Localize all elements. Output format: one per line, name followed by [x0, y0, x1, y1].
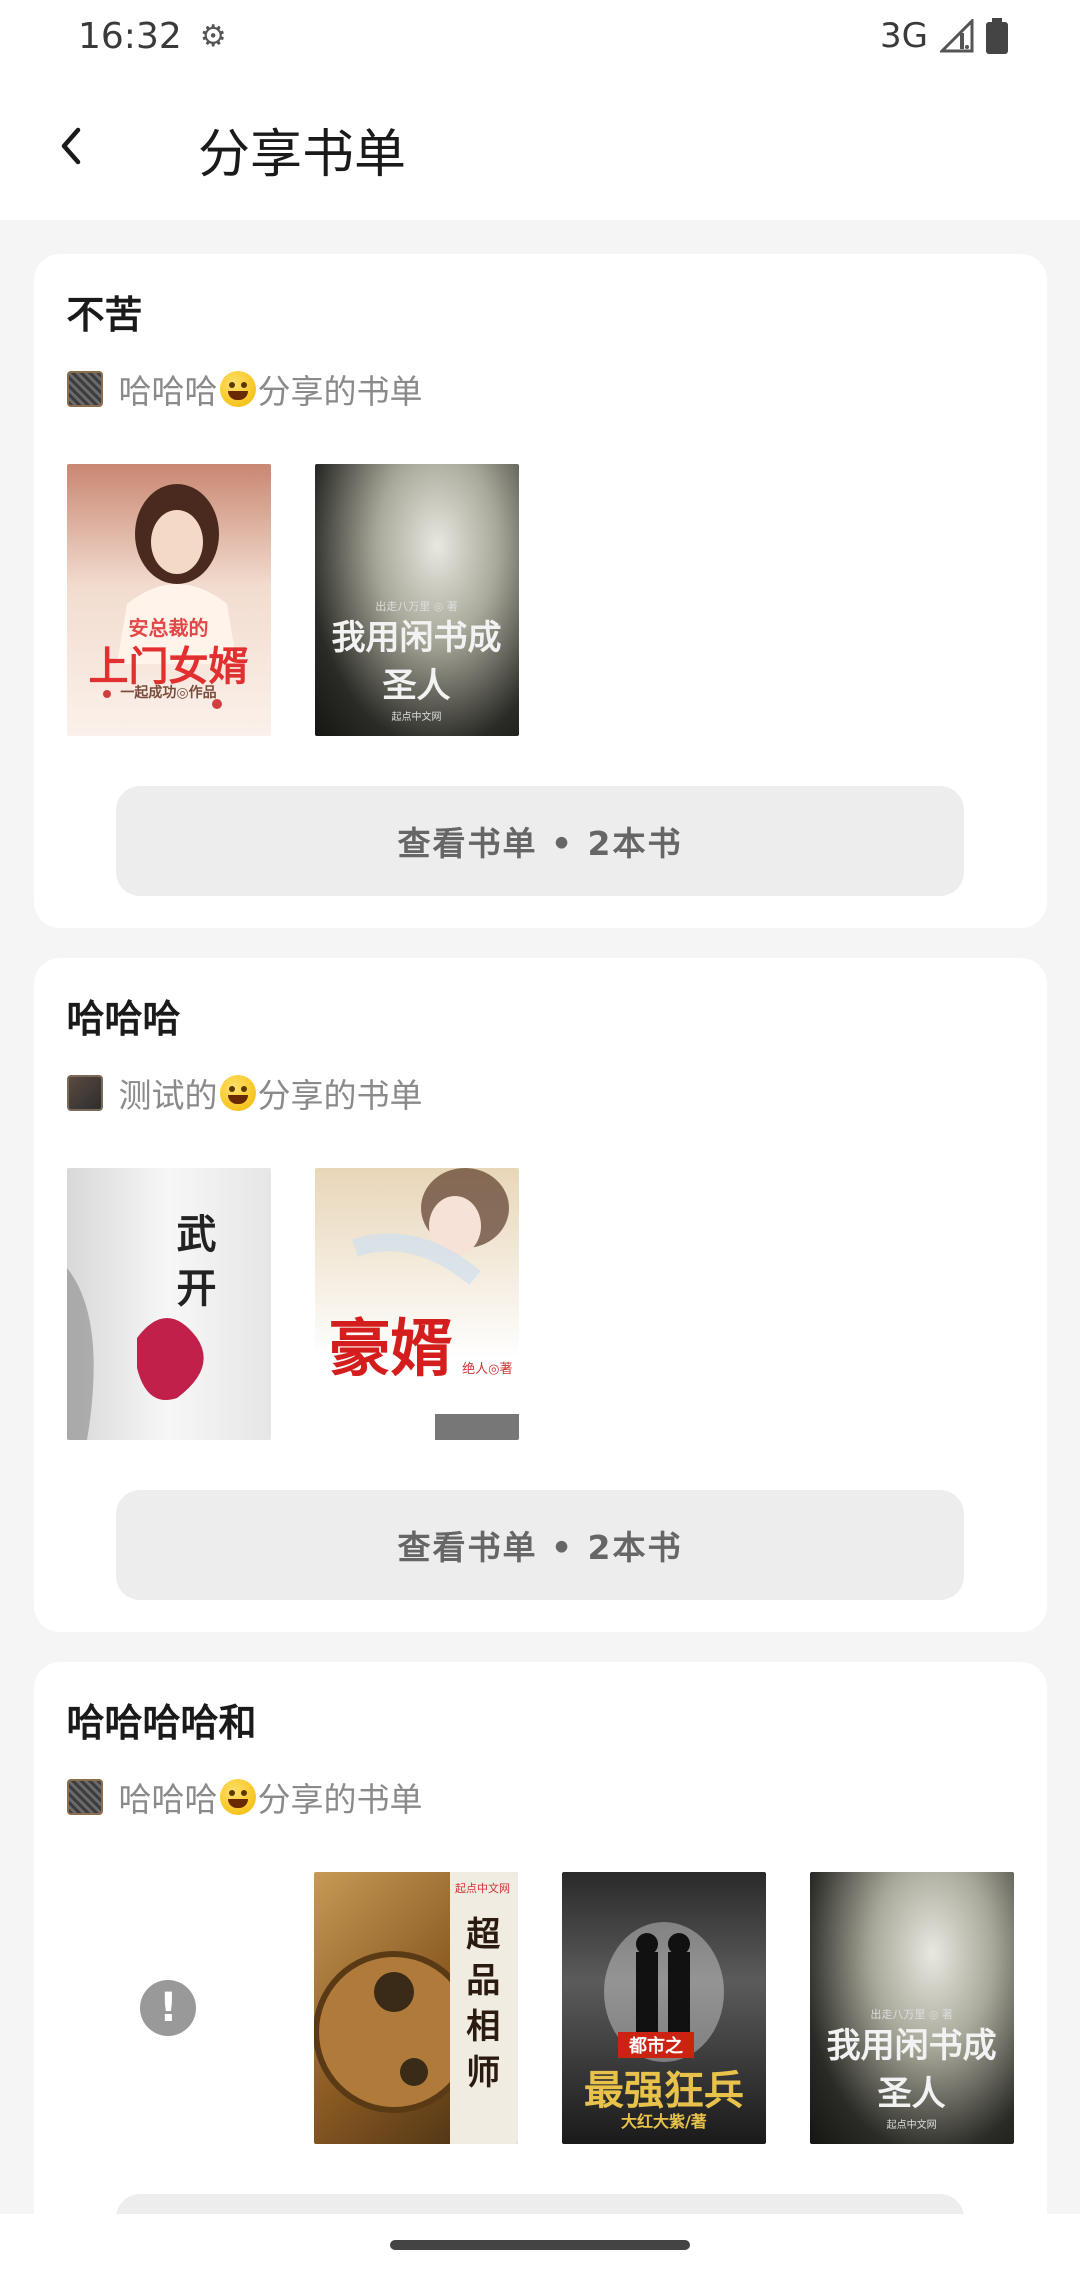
- battery-icon: [986, 18, 1008, 54]
- cover-title-text: 我用闲书成圣人: [331, 618, 502, 706]
- avatar[interactable]: [66, 1075, 103, 1111]
- sharer-line: 测试的 分享的书单: [66, 1068, 1014, 1118]
- status-left: 16:32 ⚙: [78, 16, 227, 57]
- sharer-name: 测试的: [118, 1076, 218, 1115]
- chevron-left-icon: [61, 127, 81, 165]
- booklist-title: 不苦: [66, 293, 143, 337]
- view-booklist-button[interactable]: 查看书单 • 2本书: [116, 1490, 964, 1600]
- cover-author-text: 大红大紫/著: [620, 2112, 707, 2131]
- cover-title-text: 武开: [176, 1211, 217, 1312]
- settings-gear-icon: ⚙: [199, 18, 227, 54]
- status-right: 3G: [880, 16, 1008, 56]
- status-bar: 16:32 ⚙ 3G: [0, 0, 1080, 72]
- booklist-card[interactable]: 哈哈哈 测试的 分享的书单 武开 豪婿 绝人◎著 查看书单 • 2本书: [33, 958, 1047, 1632]
- share-suffix: 分享的书单: [257, 1076, 423, 1115]
- rofl-emoji-icon: [219, 1779, 256, 1815]
- back-button[interactable]: [40, 114, 104, 178]
- sharer-line: 哈哈哈 分享的书单: [66, 1772, 1014, 1822]
- booklist-card[interactable]: 不苦 哈哈哈 分享的书单 安总裁的 上门女婿 一起成功◎作品 出走八万里 ◎ 著: [33, 254, 1047, 928]
- booklist-title: 哈哈哈: [66, 997, 181, 1041]
- error-icon: !: [140, 1980, 197, 2036]
- avatar[interactable]: [66, 371, 103, 407]
- book-cover[interactable]: 出走八万里 ◎ 著 我用闲书成圣人 起点中文网: [314, 464, 519, 736]
- book-cover[interactable]: 出走八万里 ◎ 著 我用闲书成圣人 起点中文网: [809, 1872, 1014, 2144]
- cover-author-text: 起点中文网: [886, 2120, 937, 2131]
- home-indicator[interactable]: [390, 2240, 690, 2250]
- sharer-name: 哈哈哈: [118, 372, 218, 411]
- cover-author-text: 绝人◎著: [462, 1362, 513, 1377]
- cover-top-text: 出走八万里 ◎ 著: [375, 600, 458, 613]
- book-cover-error[interactable]: !: [67, 1872, 271, 2144]
- book-cover[interactable]: 起点中文网 超品相师: [314, 1872, 518, 2144]
- cover-title-text: 我用闲书成圣人: [826, 2026, 997, 2114]
- status-time: 16:32: [78, 15, 182, 57]
- cover-author-text: 起点中文网: [391, 712, 442, 723]
- page-title: 分享书单: [198, 125, 407, 185]
- booklist-title: 哈哈哈哈和: [66, 1701, 257, 1745]
- book-cover[interactable]: 都市之 最强狂兵 大红大紫/著: [562, 1872, 766, 2144]
- avatar[interactable]: [66, 1779, 103, 1815]
- share-suffix: 分享的书单: [257, 372, 423, 411]
- book-cover[interactable]: 安总裁的 上门女婿 一起成功◎作品: [66, 464, 271, 736]
- sharer-line: 哈哈哈 分享的书单: [66, 364, 1014, 414]
- booklist-feed[interactable]: 不苦 哈哈哈 分享的书单 安总裁的 上门女婿 一起成功◎作品 出走八万里 ◎ 著: [0, 220, 1080, 2214]
- rofl-emoji-icon: [219, 371, 256, 407]
- sharer-name: 哈哈哈: [118, 1780, 218, 1819]
- booklist-card[interactable]: 哈哈哈哈和 哈哈哈 分享的书单 ! 起点中文网 超品相师 都市之 最强狂兵 大红…: [33, 1662, 1047, 2214]
- book-row: 武开 豪婿 绝人◎著: [66, 1168, 1014, 1440]
- cover-author-text: 一起成功◎作品: [120, 685, 217, 701]
- view-booklist-button[interactable]: [116, 2194, 964, 2214]
- cover-top-text: 出走八万里 ◎ 著: [870, 2008, 953, 2021]
- book-cover[interactable]: 武开: [66, 1168, 271, 1440]
- network-type: 3G: [880, 16, 928, 56]
- book-row: 安总裁的 上门女婿 一起成功◎作品 出走八万里 ◎ 著 我用闲书成圣人 起点中文…: [66, 464, 1014, 736]
- app-bar: 分享书单: [0, 72, 1080, 220]
- book-row: ! 起点中文网 超品相师 都市之 最强狂兵 大红大紫/著 出走八万里 ◎ 著 我…: [67, 1872, 1014, 2144]
- view-booklist-button[interactable]: 查看书单 • 2本书: [116, 786, 964, 896]
- cover-top-text: 都市之: [618, 2032, 694, 2058]
- share-suffix: 分享的书单: [257, 1780, 423, 1819]
- signal-icon: [940, 19, 974, 53]
- cover-top-text: 起点中文网: [455, 1882, 510, 1895]
- cover-title-text: 超品相师: [466, 1915, 501, 2093]
- book-cover[interactable]: 豪婿 绝人◎著: [314, 1168, 519, 1440]
- smile-emoji-icon: [219, 1075, 256, 1111]
